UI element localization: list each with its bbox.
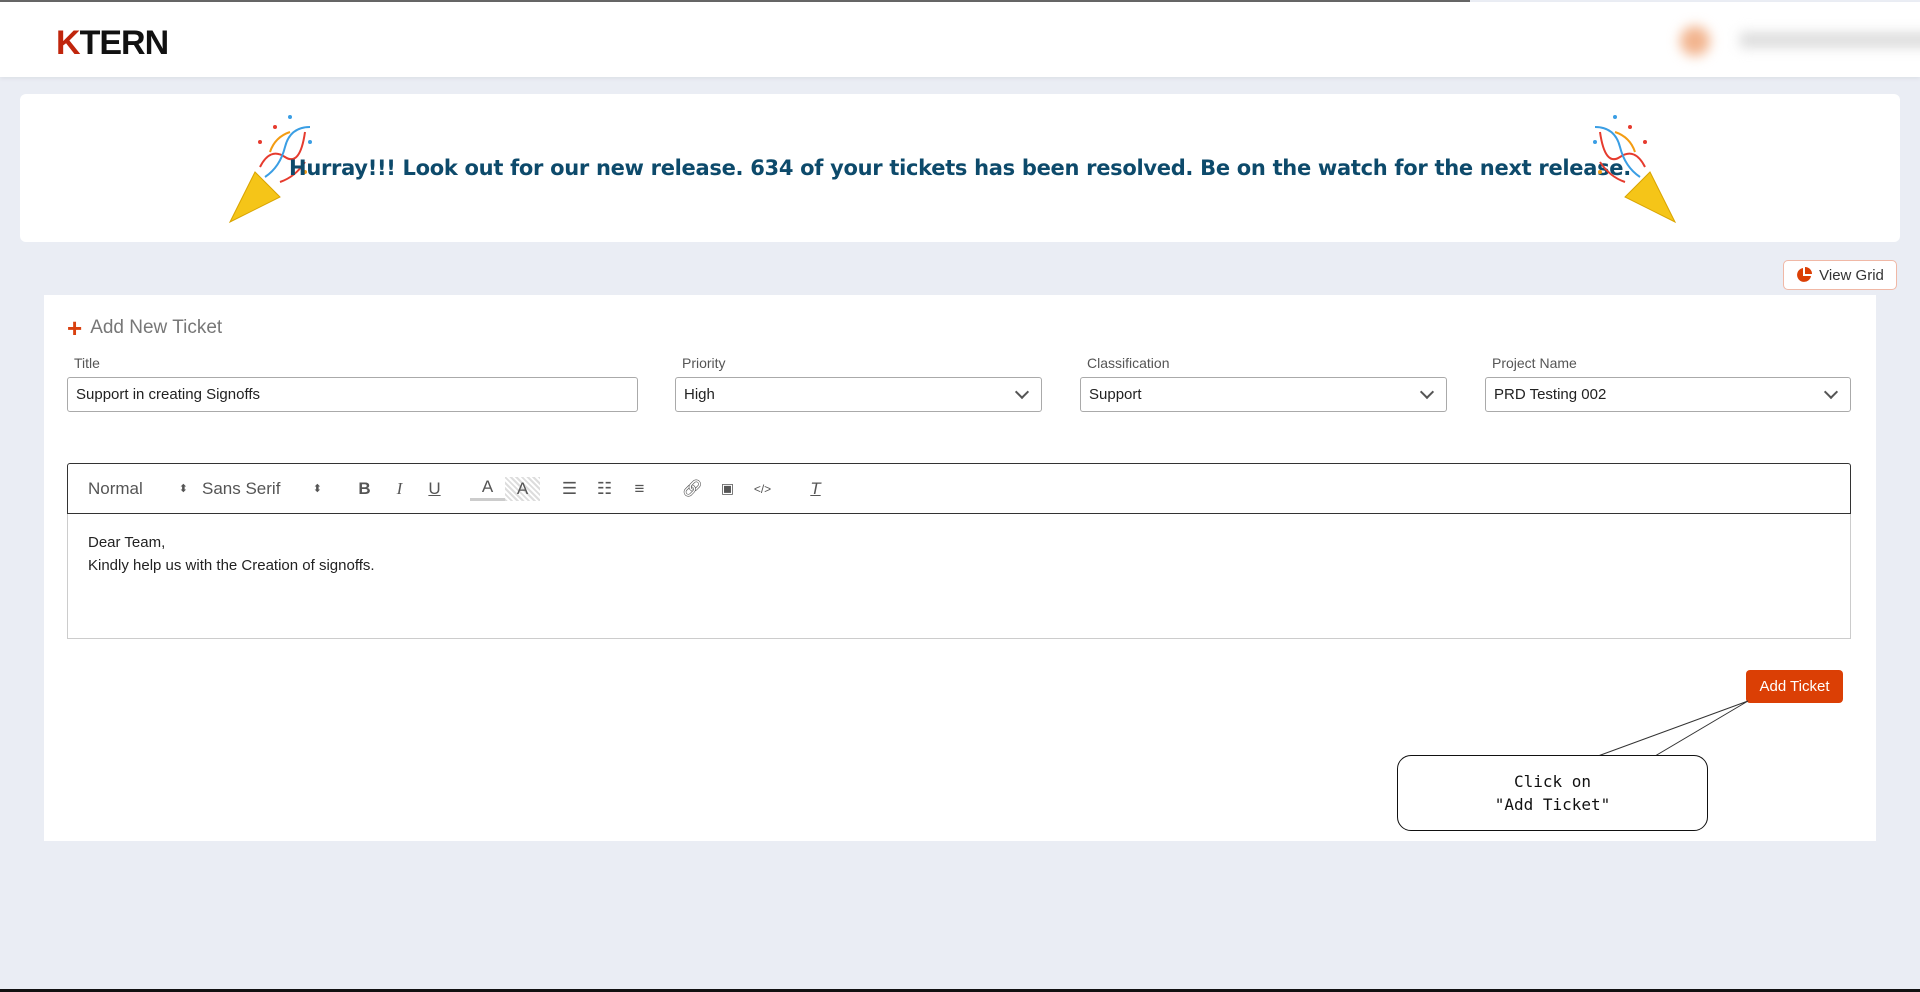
updown-icon: ⬍ [312, 483, 322, 495]
format-select[interactable]: Normal ⬍ [88, 477, 188, 501]
bold-icon[interactable]: B [347, 477, 382, 501]
editor-body[interactable]: Dear Team, Kindly help us with the Creat… [67, 514, 1851, 639]
background-color-icon[interactable]: A [505, 476, 540, 501]
user-name-blurred [1740, 32, 1920, 48]
release-banner: Hurray!!! Look out for our new release. … [20, 94, 1900, 242]
pie-chart-icon [1797, 267, 1813, 282]
code-icon[interactable]: </> [745, 477, 780, 501]
title-input[interactable]: Support in creating Signoffs [67, 377, 638, 412]
font-color-icon[interactable]: A [470, 477, 505, 501]
updown-icon: ⬍ [178, 483, 188, 495]
add-ticket-button[interactable]: Add Ticket [1746, 670, 1843, 703]
chevron-down-icon [1823, 384, 1839, 400]
underline-icon[interactable]: U [417, 477, 452, 501]
classification-select[interactable]: Support [1080, 377, 1447, 412]
title-field: Title Support in creating Signoffs [67, 355, 638, 412]
font-select[interactable]: Sans Serif ⬍ [202, 477, 322, 501]
instruction-callout: Click on "Add Ticket" [1397, 755, 1708, 831]
app-header: KTERN [0, 2, 1920, 77]
image-icon[interactable]: ▣ [710, 477, 745, 501]
plus-icon: + [67, 313, 83, 343]
chevron-down-icon [1419, 384, 1435, 400]
priority-select[interactable]: High [675, 377, 1042, 412]
align-icon[interactable]: ≡ [622, 477, 657, 501]
add-new-ticket-heading: + Add New Ticket [67, 313, 223, 343]
ordered-list-icon[interactable]: ☰ [552, 477, 587, 501]
chevron-down-icon [1014, 384, 1030, 400]
view-grid-button[interactable]: View Grid [1783, 260, 1897, 290]
editor-toolbar: Normal ⬍ Sans Serif ⬍ B I U A A ☰ ☷ ≡ 🔗︎ ▣… [67, 463, 1851, 514]
user-profile-blurred[interactable] [1580, 14, 1920, 66]
classification-field: Classification Support [1080, 355, 1447, 412]
bullet-list-icon[interactable]: ☷ [587, 477, 622, 501]
link-icon[interactable]: 🔗︎ [675, 477, 710, 501]
project-name-field: Project Name PRD Testing 002 [1485, 355, 1851, 412]
clear-format-icon[interactable]: T [798, 477, 833, 501]
priority-field: Priority High [675, 355, 1042, 412]
italic-icon[interactable]: I [382, 477, 417, 501]
project-name-select[interactable]: PRD Testing 002 [1485, 377, 1851, 412]
avatar [1680, 26, 1710, 56]
party-popper-icon [1593, 115, 1677, 224]
rich-text-editor: Normal ⬍ Sans Serif ⬍ B I U A A ☰ ☷ ≡ 🔗︎ ▣… [67, 463, 1851, 639]
ktern-logo[interactable]: KTERN [56, 24, 169, 63]
